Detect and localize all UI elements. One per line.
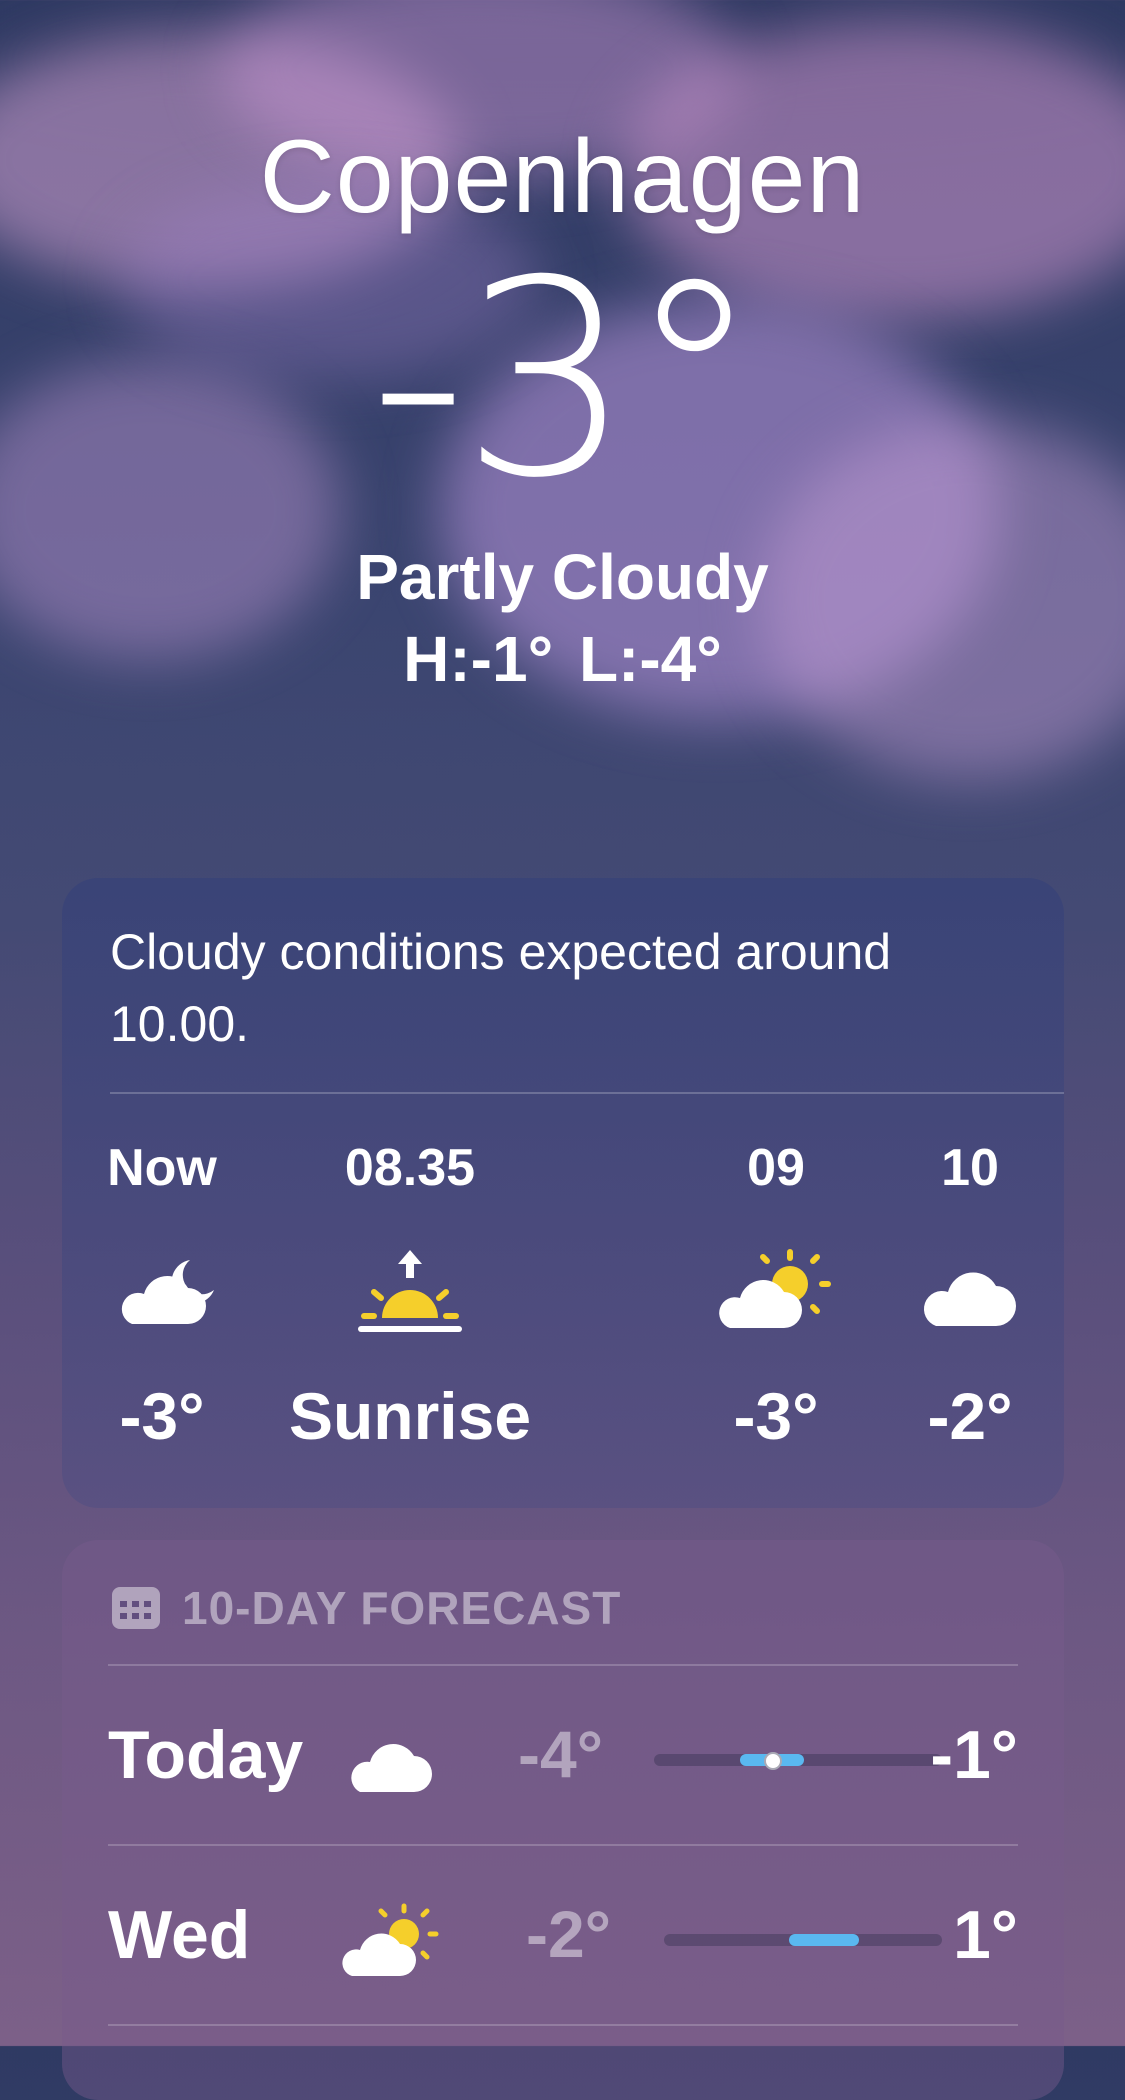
forecast-title: 10-DAY FORECAST bbox=[182, 1582, 622, 1634]
cloud-moon-icon bbox=[102, 1246, 222, 1336]
forecast-high: 1° bbox=[952, 1897, 1018, 1973]
forecast-low: -4° bbox=[518, 1717, 604, 1791]
city-name: Copenhagen bbox=[259, 119, 866, 235]
sunrise-icon bbox=[350, 1246, 470, 1336]
forecast-day: Wed bbox=[108, 1897, 251, 1973]
temperature-range-bar bbox=[654, 1752, 942, 1770]
forecast-header: 10-DAY FORECAST bbox=[110, 1580, 621, 1636]
calendar-icon bbox=[110, 1585, 162, 1631]
divider bbox=[110, 1092, 1064, 1094]
hour-label: 10 bbox=[941, 1139, 999, 1197]
temperature-range-bar bbox=[664, 1934, 942, 1946]
hour-temperature: Sunrise bbox=[288, 1379, 532, 1453]
hour-temperature: -3° bbox=[733, 1379, 819, 1453]
cloud-sun-icon bbox=[716, 1246, 836, 1336]
hour-label: 09 bbox=[747, 1139, 805, 1197]
forecast-row-today[interactable]: Today -4° -1° bbox=[108, 1666, 1018, 1846]
hourly-summary: Cloudy conditions expected around 10.00. bbox=[110, 924, 892, 1052]
divider bbox=[108, 2024, 1018, 2026]
forecast-row-wed[interactable]: Wed -2° 1° bbox=[108, 1846, 1018, 2026]
current-temperature: -3° bbox=[369, 222, 761, 537]
hour-label: 08.35 bbox=[344, 1139, 476, 1197]
hour-temperature: -2° bbox=[927, 1379, 1013, 1453]
forecast-low: -2° bbox=[526, 1897, 612, 1971]
temperature-range-fill bbox=[789, 1934, 859, 1946]
ten-day-forecast-card[interactable]: 10-DAY FORECAST Today -4° -1° Wed -2° 1° bbox=[62, 1540, 1064, 2100]
forecast-high: -1° bbox=[930, 1717, 1018, 1793]
hourly-strip[interactable]: Now -3° 08.35 Sunrise 09 -3° 10 -2° bbox=[62, 1108, 1064, 1508]
cloud-sun-icon bbox=[340, 1902, 440, 1982]
high-low-temperature: H:-1° L:-4° bbox=[403, 623, 722, 695]
current-temperature-marker bbox=[764, 1752, 783, 1770]
current-condition: Partly Cloudy bbox=[356, 541, 769, 613]
cloud-icon bbox=[340, 1722, 440, 1802]
cloud-icon bbox=[910, 1246, 1030, 1336]
forecast-day: Today bbox=[108, 1717, 304, 1793]
hourly-forecast-card[interactable]: Cloudy conditions expected around 10.00.… bbox=[62, 878, 1064, 1508]
